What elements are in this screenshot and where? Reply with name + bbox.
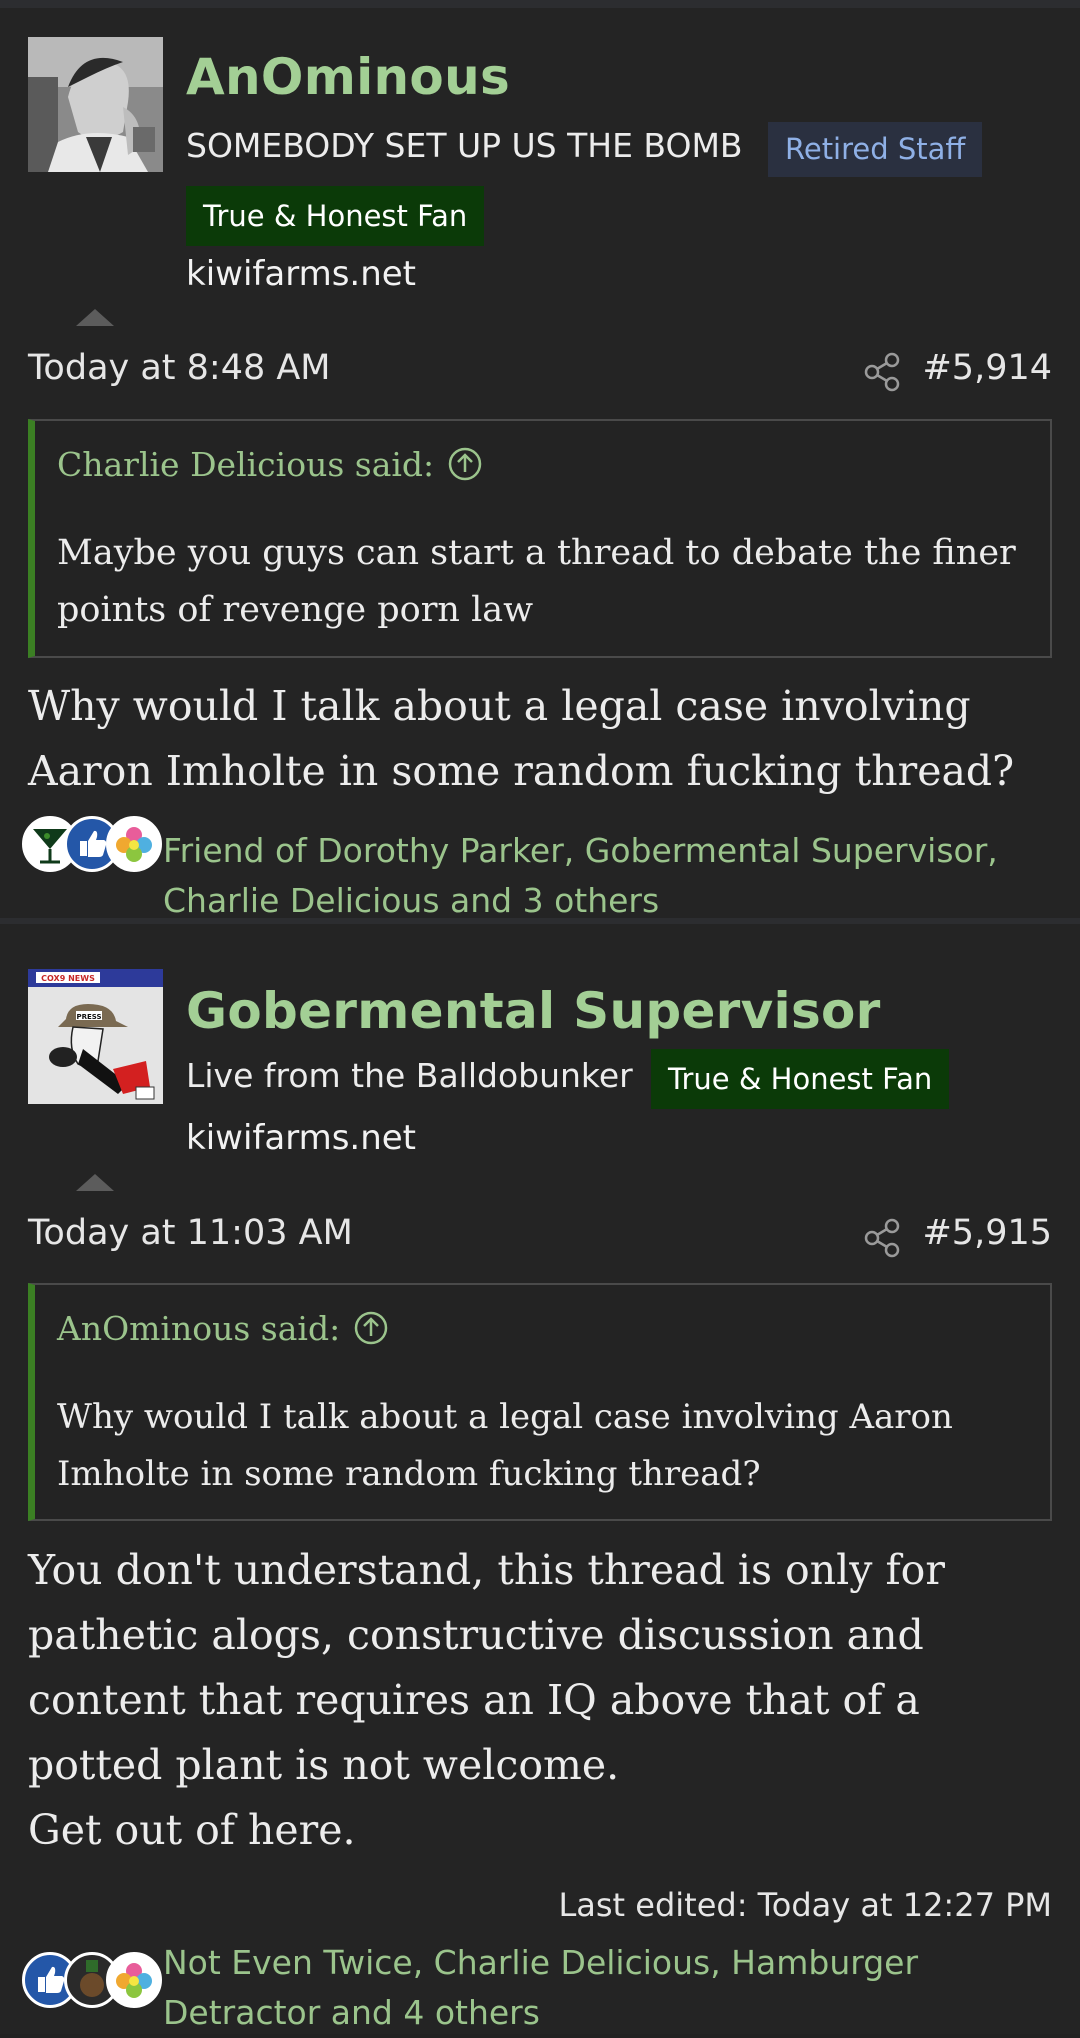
jump-to-quote-icon[interactable] bbox=[448, 447, 482, 481]
user-title: Live from the Balldobunker bbox=[186, 1056, 633, 1095]
reaction-icons[interactable] bbox=[22, 1952, 162, 2016]
quote-author[interactable]: AnOminous said: bbox=[57, 1309, 340, 1348]
quote-text: Why would I talk about a legal case invo… bbox=[57, 1397, 953, 1494]
post-body: You don't understand, this thread is onl… bbox=[28, 1546, 945, 1854]
quote-attribution[interactable]: Charlie Delicious said: bbox=[57, 445, 482, 484]
reaction-names[interactable]: Not Even Twice, Charlie Delicious, Hambu… bbox=[163, 1938, 1063, 2038]
flower-icon bbox=[106, 816, 162, 872]
quote-attribution[interactable]: AnOminous said: bbox=[57, 1309, 388, 1348]
user-site: kiwifarms.net bbox=[186, 1118, 417, 1158]
last-edited: Last edited: Today at 12:27 PM bbox=[558, 1886, 1052, 1924]
avatar-gobermental-supervisor[interactable]: COX9 NEWS PRESS bbox=[28, 969, 163, 1104]
quote-block: AnOminous said: Why would I talk about a… bbox=[28, 1283, 1052, 1521]
share-icon[interactable] bbox=[862, 352, 902, 392]
flower-icon bbox=[106, 1952, 162, 2008]
avatar-hat-text: PRESS bbox=[76, 1013, 101, 1021]
fan-badge: True & Honest Fan bbox=[186, 186, 485, 246]
avatar-anominous[interactable] bbox=[28, 37, 163, 172]
fan-badge: True & Honest Fan bbox=[651, 1049, 950, 1109]
user-site: kiwifarms.net bbox=[186, 254, 417, 294]
reaction-icons[interactable] bbox=[22, 816, 162, 880]
post-number[interactable]: #5,914 bbox=[922, 348, 1052, 388]
post-date[interactable]: Today at 8:48 AM bbox=[28, 348, 331, 388]
reaction-names[interactable]: Friend of Dorothy Parker, Gobermental Su… bbox=[163, 826, 1063, 926]
user-title: SOMEBODY SET UP US THE BOMB bbox=[186, 126, 743, 165]
avatar-caption: COX9 NEWS bbox=[41, 974, 95, 983]
quote-block: Charlie Delicious said: Maybe you guys c… bbox=[28, 419, 1052, 658]
post-body: Why would I talk about a legal case invo… bbox=[28, 682, 1015, 795]
post-5915: COX9 NEWS PRESS Gobermental Supervisor L… bbox=[0, 918, 1080, 2034]
post-number[interactable]: #5,915 bbox=[922, 1213, 1052, 1253]
jump-to-quote-icon[interactable] bbox=[354, 1311, 388, 1345]
username[interactable]: Gobermental Supervisor bbox=[186, 982, 881, 1040]
quote-text: Maybe you guys can start a thread to deb… bbox=[57, 533, 1016, 630]
post-5914: AnOminous SOMEBODY SET UP US THE BOMB Re… bbox=[0, 0, 1080, 920]
collapse-arrow-icon[interactable] bbox=[76, 309, 114, 326]
retired-staff-badge: Retired Staff bbox=[768, 122, 983, 177]
share-icon[interactable] bbox=[862, 1218, 902, 1258]
collapse-arrow-icon[interactable] bbox=[76, 1174, 114, 1191]
username[interactable]: AnOminous bbox=[186, 48, 510, 106]
post-date[interactable]: Today at 11:03 AM bbox=[28, 1213, 353, 1253]
quote-author[interactable]: Charlie Delicious said: bbox=[57, 445, 434, 484]
